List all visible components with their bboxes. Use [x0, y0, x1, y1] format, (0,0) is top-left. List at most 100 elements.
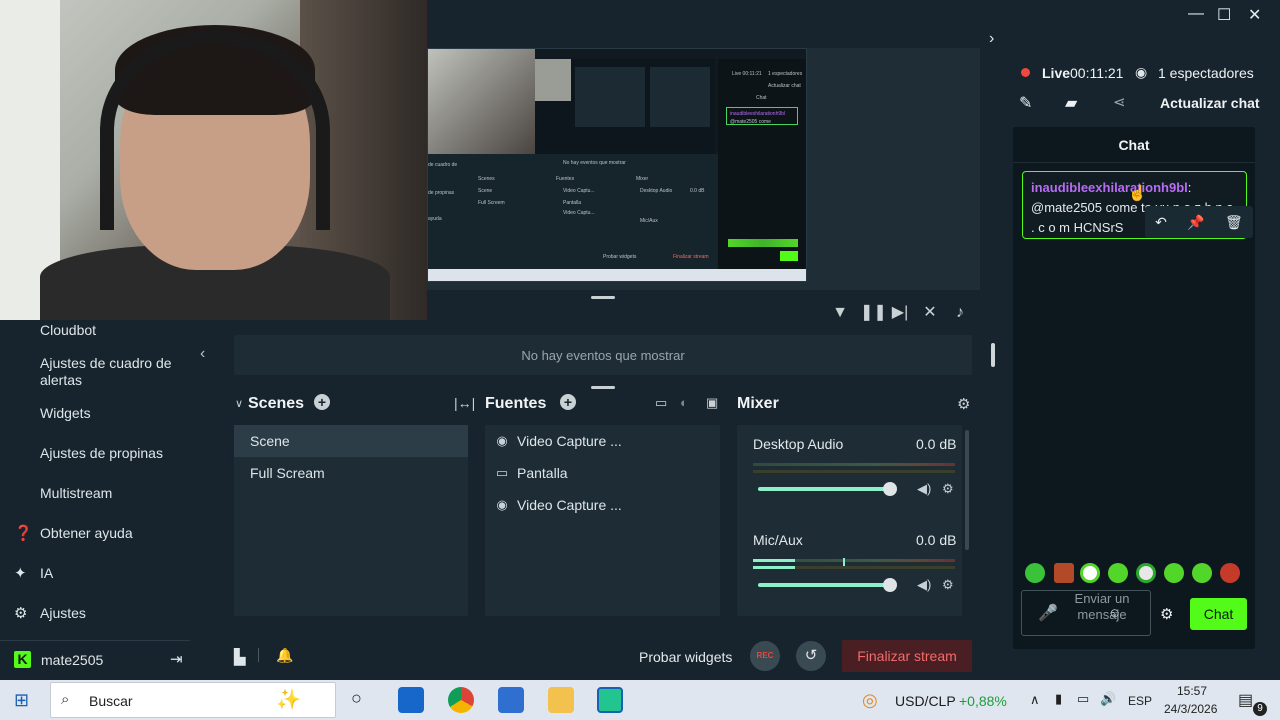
chat-username[interactable]: inaudibleexhilarationh9bl	[1031, 180, 1188, 195]
microphone-icon[interactable]: 🎤	[1038, 603, 1058, 623]
test-widgets-button[interactable]: Probar widgets	[639, 649, 732, 665]
sidebar-item-settings[interactable]: Ajustes	[40, 605, 86, 621]
network-icon[interactable]: ▭	[1077, 691, 1089, 707]
skip-icon[interactable]: ▶|	[890, 303, 910, 323]
clock-time[interactable]: 15:57	[1177, 684, 1207, 698]
emoji-icon[interactable]: ☺	[1108, 605, 1121, 620]
edit-pencil-icon[interactable]: ✎	[1019, 93, 1032, 113]
mixer-scrollbar[interactable]	[965, 430, 969, 550]
emote-icon[interactable]	[1108, 563, 1128, 583]
resize-handle-events[interactable]	[591, 386, 615, 389]
scene-transition-icon[interactable]: |↔|	[454, 395, 475, 411]
volume-slider-knob[interactable]	[883, 482, 897, 496]
thumb-sidebar-cuadro: de cuadro de	[428, 162, 458, 168]
webcam-icon: ◉	[496, 433, 508, 448]
volume-icon[interactable]: ♪	[950, 303, 970, 323]
stats-bar-chart-icon[interactable]: ▙	[234, 648, 246, 666]
ticker-symbol[interactable]: USD/CLP	[895, 693, 956, 709]
sidebar-item-ai[interactable]: IA	[40, 565, 53, 581]
pause-icon[interactable]: ❚❚	[860, 303, 887, 323]
channel-gear-icon[interactable]: ⚙	[942, 577, 954, 593]
windows-start-icon[interactable]: ⊞	[14, 690, 29, 711]
logout-icon[interactable]: ⇥	[170, 650, 183, 668]
chevron-left-icon[interactable]: ‹	[200, 345, 205, 363]
chat-input[interactable]: 🎤 Enviar un mensaje ☺	[1021, 590, 1151, 636]
sidebar-item-alert-box-settings[interactable]: Ajustes de cuadro de alertas	[40, 355, 180, 389]
emote-icon[interactable]	[1054, 563, 1074, 583]
volume-slider[interactable]	[758, 487, 890, 491]
clock-date[interactable]: 24/3/2026	[1164, 702, 1217, 716]
source-item[interactable]: ◉ Video Capture ...	[495, 497, 621, 513]
chevron-down-icon[interactable]: ∨	[235, 397, 243, 410]
thumb-src1: Video Captu...	[563, 188, 595, 194]
reply-icon[interactable]: ↶	[1155, 214, 1167, 231]
chat-send-button[interactable]: Chat	[1190, 598, 1247, 630]
chevron-up-icon[interactable]: ∧	[1030, 692, 1040, 708]
window-maximize-button[interactable]: ☐	[1217, 5, 1231, 25]
scene-item[interactable]: Scene	[234, 425, 468, 457]
resize-handle-preview[interactable]	[591, 296, 615, 299]
source-item[interactable]: ◉ Video Capture ...	[495, 433, 621, 449]
source-audio-icon[interactable]: ◐	[680, 395, 688, 410]
end-stream-button[interactable]: Finalizar stream	[842, 640, 972, 672]
microphone-tray-icon[interactable]: ▮	[1055, 691, 1062, 707]
username[interactable]: mate2505	[41, 652, 103, 668]
sidebar-item-help[interactable]: Obtener ayuda	[40, 525, 133, 541]
emote-icon[interactable]	[1136, 563, 1156, 583]
pin-icon[interactable]: 📌	[1187, 214, 1204, 231]
emote-icon[interactable]	[1220, 563, 1240, 583]
add-scene-icon[interactable]: +	[314, 394, 330, 410]
scene-item[interactable]: Full Scream	[234, 457, 468, 489]
source-item[interactable]: ▭ Pantalla	[495, 465, 568, 481]
emote-icon[interactable]	[1164, 563, 1184, 583]
emote-icon[interactable]	[1025, 563, 1045, 583]
filter-icon[interactable]: ▼	[830, 303, 850, 323]
source-monitor-icon[interactable]: ▭	[655, 395, 667, 411]
emote-icon[interactable]	[1192, 563, 1212, 583]
sidebar-item-multistream[interactable]: Multistream	[40, 485, 112, 501]
task-view-icon[interactable]: ○	[351, 688, 362, 709]
update-chat-button[interactable]: Actualizar chat	[1160, 95, 1260, 111]
scrollbar[interactable]	[991, 343, 995, 367]
chat-settings-gear-icon[interactable]: ⚙	[1160, 605, 1173, 623]
outlook-icon[interactable]	[398, 687, 424, 713]
thumb-fullscreen: Full Screem	[478, 200, 505, 206]
share-icon[interactable]: ⋖	[1113, 93, 1126, 111]
source-label: Pantalla	[517, 465, 568, 481]
channel-gear-icon[interactable]: ⚙	[942, 481, 954, 497]
chrome-icon[interactable]	[448, 687, 474, 713]
speaker-tray-icon[interactable]: 🔊	[1100, 691, 1116, 707]
volume-slider[interactable]	[758, 583, 890, 587]
mixer-settings-gear-icon[interactable]: ⚙	[957, 395, 970, 413]
file-explorer-icon[interactable]	[548, 687, 574, 713]
source-image-icon[interactable]: ▣	[706, 395, 718, 411]
bell-icon[interactable]: 🔔	[276, 647, 293, 664]
calculator-icon[interactable]	[498, 687, 524, 713]
mute-alerts-icon[interactable]: ✕	[920, 303, 940, 323]
rec-button[interactable]: REC	[750, 641, 780, 671]
add-source-icon[interactable]: +	[560, 394, 576, 410]
volume-slider-knob[interactable]	[883, 578, 897, 592]
sidebar-item-widgets[interactable]: Widgets	[40, 405, 91, 421]
window-close-button[interactable]: ✕	[1248, 5, 1261, 25]
speaker-icon[interactable]: ◀)	[917, 481, 931, 497]
sidebar: Cloudbot Ajustes de cuadro de alertas Wi…	[0, 320, 190, 680]
window-minimize-button[interactable]: —	[1188, 5, 1204, 23]
chevron-right-icon[interactable]: ›	[989, 30, 994, 48]
streamlabs-icon[interactable]	[597, 687, 623, 713]
trash-icon[interactable]: 🗑	[1225, 214, 1243, 231]
notifications-badge: 9	[1253, 702, 1267, 716]
thumb-mic: Mic/Aux	[640, 218, 658, 224]
notifications-icon[interactable]: ▤	[1238, 690, 1253, 710]
language-indicator[interactable]: ESP	[1128, 694, 1152, 708]
scenes-title: Scenes	[248, 395, 305, 412]
mixer-panel: Desktop Audio 0.0 dB ◀) ⚙ Mic/Aux 0.0 dB…	[737, 425, 962, 616]
taskbar-search[interactable]: ⌕ Buscar ✨	[50, 682, 336, 718]
sidebar-item-tip-settings[interactable]: Ajustes de propinas	[40, 445, 163, 461]
replay-buffer-icon[interactable]: ↺	[796, 641, 826, 671]
camera-icon[interactable]: ▰	[1065, 93, 1077, 113]
sidebar-item-cloudbot[interactable]: Cloudbot	[40, 322, 96, 338]
thumb-scene: Scene	[478, 188, 493, 194]
speaker-icon[interactable]: ◀)	[917, 577, 931, 593]
emote-icon[interactable]	[1080, 563, 1100, 583]
